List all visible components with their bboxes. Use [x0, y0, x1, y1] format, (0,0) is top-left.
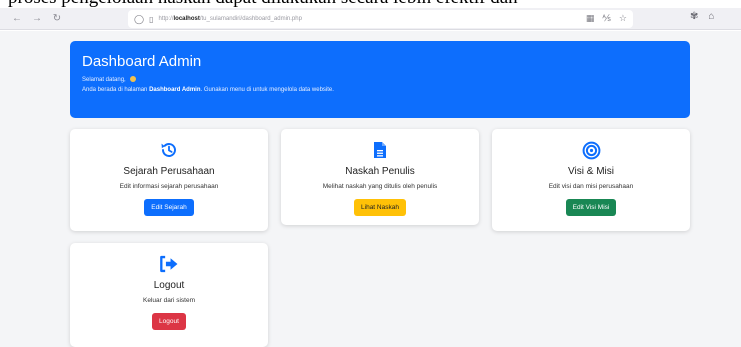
translate-icon[interactable]: ⅍ — [602, 13, 611, 24]
caption-text-strip: proses pengelolaan naskah dapat dilakuka… — [0, 0, 741, 8]
account-icon[interactable]: ⌂ — [708, 11, 714, 22]
card-description: Edit informasi sejarah perusahaan — [119, 183, 219, 190]
reload-icon[interactable]: ↻ — [48, 10, 66, 28]
address-bar[interactable]: ◯ ▯ http://localhost/tu_sulamandiri/dash… — [128, 10, 633, 28]
card-title: Sejarah Perusahaan — [123, 166, 215, 177]
logout-button[interactable]: Logout — [152, 313, 186, 330]
card-logout: Logout Keluar dari sistem Logout — [70, 243, 268, 347]
address-bar-actions: ▦ ⅍ ☆ — [586, 13, 627, 24]
page-content: Dashboard Admin Selamat datang, Anda ber… — [0, 31, 741, 347]
shield-icon: ◯ — [134, 13, 145, 24]
edit-visi-misi-button[interactable]: Edit Visi Misi — [565, 199, 617, 216]
url-prefix: http:// — [158, 16, 174, 22]
card-title: Visi & Misi — [568, 166, 614, 177]
info-bold: Dashboard Admin — [149, 87, 201, 93]
page-info-icon[interactable]: ▯ — [149, 15, 153, 24]
nav-buttons: ← → ↻ — [8, 10, 66, 28]
welcome-text: Selamat datang, — [82, 75, 678, 85]
caption-text: proses pengelolaan naskah dapat dilakuka… — [8, 0, 518, 8]
card-naskah: Naskah Penulis Melihat naskah yang ditul… — [281, 129, 479, 225]
document-icon — [373, 141, 387, 159]
qr-code-icon[interactable]: ▦ — [586, 13, 595, 24]
browser-toolbar: ← → ↻ ◯ ▯ http://localhost/tu_sulamandir… — [0, 8, 741, 30]
target-icon — [582, 141, 601, 159]
bookmark-star-icon[interactable]: ☆ — [619, 13, 627, 24]
wave-emoji-icon — [129, 76, 136, 83]
url-path: /tu_sulamandiri/dashboard_admin.php — [199, 16, 302, 22]
card-title: Logout — [153, 280, 185, 291]
edit-sejarah-button[interactable]: Edit Sejarah — [144, 199, 194, 216]
card-sejarah: Sejarah Perusahaan Edit informasi sejara… — [70, 129, 268, 231]
card-visi-misi: Visi & Misi Edit visi dan misi perusahaa… — [492, 129, 690, 231]
card-description: Edit visi dan misi perusahaan — [548, 183, 634, 190]
extension-icon[interactable]: ✾ — [690, 11, 698, 22]
info-text: Anda berada di halaman Dashboard Admin. … — [82, 87, 334, 93]
card-description: Keluar dari sistem — [142, 297, 196, 304]
url-host: localhost — [173, 16, 200, 22]
history-icon — [160, 141, 178, 159]
logout-icon — [159, 255, 179, 273]
lihat-naskah-button[interactable]: Lihat Naskah — [354, 199, 406, 216]
toolbar-right: ✾ ⌂ — [690, 11, 714, 22]
back-icon[interactable]: ← — [8, 10, 26, 28]
forward-icon[interactable]: → — [28, 10, 46, 28]
dashboard-header: Dashboard Admin Selamat datang, Anda ber… — [70, 41, 690, 118]
card-description: Melihat naskah yang ditulis oleh penulis — [322, 183, 438, 190]
card-title: Naskah Penulis — [345, 166, 415, 177]
page-title: Dashboard Admin — [82, 53, 202, 70]
